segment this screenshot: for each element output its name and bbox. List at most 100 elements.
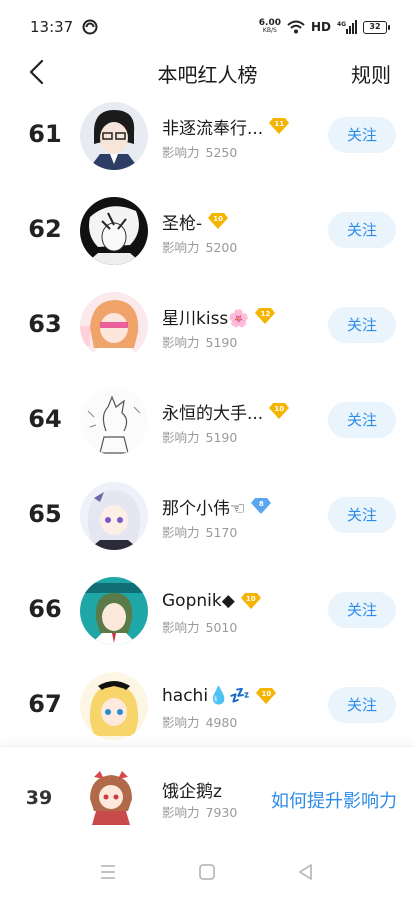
follow-button[interactable]: 关注 (328, 687, 396, 723)
rank-number: 61 (28, 120, 62, 148)
follow-button[interactable]: 关注 (328, 117, 396, 153)
my-influence-value: 7930 (205, 805, 238, 820)
user-name[interactable]: 圣枪- (162, 209, 202, 234)
status-bar: 13:37 6.00 KB/S HD 4G 32 (0, 0, 415, 52)
user-name[interactable]: Gopnik◆ (162, 591, 235, 611)
system-nav-bar (0, 846, 415, 900)
level-number: 10 (213, 215, 224, 223)
level-badge: 11 (269, 117, 290, 135)
avatar[interactable] (80, 577, 148, 645)
follow-button[interactable]: 关注 (328, 212, 396, 248)
influence-text: 影响力 4980 (162, 712, 237, 731)
my-avatar[interactable] (78, 765, 144, 831)
list-item[interactable]: 63 星川kiss🌸 12 影响力 5190 关注 (0, 280, 415, 375)
home-icon[interactable] (197, 862, 217, 882)
influence-text: 影响力 5010 (162, 617, 237, 636)
follow-button[interactable]: 关注 (328, 307, 396, 343)
name-line: hachi💧💤 10 (162, 685, 277, 707)
user-name[interactable]: hachi💧💤 (162, 686, 250, 706)
level-number: 10 (245, 595, 256, 603)
avatar[interactable] (80, 197, 148, 265)
hd-indicator: HD (310, 20, 331, 34)
level-badge: 10 (269, 402, 290, 420)
name-line: 非逐流奉行... 11 (162, 114, 290, 139)
influence-text: 影响力 5190 (162, 332, 237, 351)
level-number: 12 (260, 310, 271, 318)
list-item[interactable]: 67 hachi💧💤 10 影响力 4980 关注 (0, 660, 415, 755)
influence-value: 5170 (205, 525, 238, 540)
influence-text: 影响力 5170 (162, 522, 237, 541)
rank-number: 63 (28, 310, 62, 338)
signal-4g-icon: 4G (337, 20, 357, 34)
name-line: 圣枪- 10 (162, 209, 229, 234)
back-triangle-icon[interactable] (296, 862, 316, 882)
level-number: 10 (261, 690, 272, 698)
influence-value: 5200 (205, 240, 238, 255)
list-item[interactable]: 64 永恒的大手... 10 影响力 5190 关注 (0, 375, 415, 470)
influence-value: 5190 (205, 335, 238, 350)
rules-link[interactable]: 规则 (351, 59, 391, 88)
user-name[interactable]: 非逐流奉行... (162, 114, 263, 139)
level-badge: 10 (240, 592, 261, 610)
name-line: Gopnik◆ 10 (162, 590, 261, 612)
follow-button[interactable]: 关注 (328, 402, 396, 438)
influence-label: 影响力 (162, 335, 200, 350)
level-badge: 8 (251, 497, 272, 515)
rank-number: 64 (28, 405, 62, 433)
list-item[interactable]: 65 那个小伟☜ 8 影响力 5170 关注 (0, 470, 415, 565)
influence-value: 5190 (205, 430, 238, 445)
influence-label: 影响力 (162, 805, 200, 820)
follow-button[interactable]: 关注 (328, 497, 396, 533)
list-item[interactable]: 62 圣枪- 10 影响力 5200 关注 (0, 185, 415, 280)
my-rank-number: 39 (25, 787, 53, 809)
influence-text: 影响力 5200 (162, 237, 237, 256)
svg-text:4G: 4G (337, 21, 346, 28)
rank-number: 62 (28, 215, 62, 243)
rank-number: 66 (28, 595, 62, 623)
my-influence-text: 影响力 7930 (162, 802, 237, 821)
battery-icon: 32 (363, 20, 390, 34)
title-bar: 本吧红人榜 规则 (0, 52, 415, 92)
follow-button[interactable]: 关注 (328, 592, 396, 628)
user-name[interactable]: 星川kiss🌸 (162, 304, 249, 329)
avatar[interactable] (80, 482, 148, 550)
network-speed-value: 6.00 (258, 18, 281, 28)
influence-label: 影响力 (162, 240, 200, 255)
rank-number: 65 (28, 500, 62, 528)
avatar[interactable] (80, 102, 148, 170)
menu-icon[interactable] (98, 862, 118, 882)
influence-label: 影响力 (162, 145, 200, 160)
avatar[interactable] (80, 292, 148, 360)
status-time: 13:37 (30, 18, 74, 36)
name-line: 那个小伟☜ 8 (162, 494, 272, 519)
status-indicators: 6.00 KB/S HD 4G 32 (259, 17, 390, 37)
level-number: 8 (258, 500, 264, 508)
level-number: 11 (274, 120, 285, 128)
avatar[interactable] (80, 387, 148, 455)
avatar[interactable] (80, 672, 148, 740)
influence-text: 影响力 5190 (162, 427, 237, 446)
influence-text: 影响力 5250 (162, 142, 237, 161)
list-item[interactable]: 66 Gopnik◆ 10 影响力 5010 关注 (0, 565, 415, 660)
level-badge: 10 (256, 687, 277, 705)
network-speed-unit: KB/S (262, 27, 277, 34)
how-to-boost-link[interactable]: 如何提升影响力 (271, 787, 397, 813)
my-user-name: 饿企鹅z (162, 782, 222, 802)
level-badge: 10 (208, 212, 229, 230)
level-badge: 12 (255, 307, 276, 325)
wifi-icon (287, 20, 305, 34)
influence-label: 影响力 (162, 715, 200, 730)
influence-value: 5010 (205, 620, 238, 635)
user-name[interactable]: 那个小伟☜ (162, 494, 245, 519)
name-line: 永恒的大手... 10 (162, 399, 290, 424)
name-line: 星川kiss🌸 12 (162, 304, 276, 329)
list-item[interactable]: 61 非逐流奉行... 11 影响力 5250 关注 (0, 90, 415, 185)
app-notification-icon (82, 19, 98, 35)
level-number: 10 (274, 405, 285, 413)
influence-label: 影响力 (162, 525, 200, 540)
network-speed: 6.00 KB/S (259, 19, 281, 35)
influence-label: 影响力 (162, 430, 200, 445)
user-name[interactable]: 永恒的大手... (162, 399, 263, 424)
influence-label: 影响力 (162, 620, 200, 635)
influence-value: 5250 (205, 145, 238, 160)
